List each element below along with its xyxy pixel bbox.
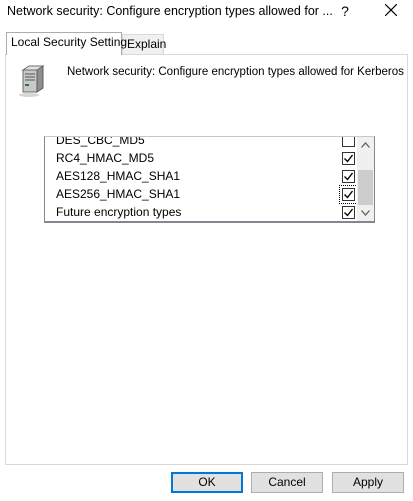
- tab-panel: [5, 54, 408, 465]
- checkmark-icon: [344, 208, 354, 217]
- list-item[interactable]: DES_CBC_MD5: [56, 136, 356, 149]
- help-button[interactable]: ?: [335, 0, 355, 22]
- checkmark-icon: [344, 172, 354, 181]
- cancel-button[interactable]: Cancel: [251, 472, 323, 493]
- apply-button[interactable]: Apply: [332, 472, 404, 493]
- tab-local-security-setting[interactable]: Local Security Setting: [6, 32, 127, 55]
- title-bar: Network security: Configure encryption t…: [0, 0, 413, 26]
- list-item-label: AES256_HMAC_SHA1: [56, 187, 181, 201]
- list-item-label: DES_CBC_MD5: [56, 136, 145, 147]
- checkmark-icon: [344, 154, 354, 163]
- tab-explain[interactable]: Explain: [122, 34, 166, 54]
- scroll-down-button[interactable]: [357, 205, 374, 221]
- policy-name: Network security: Configure encryption t…: [67, 66, 404, 78]
- rc4-hmac-md5-checkbox[interactable]: [342, 152, 355, 165]
- scroll-up-button[interactable]: [357, 137, 374, 154]
- window-title: Network security: Configure encryption t…: [7, 4, 333, 18]
- list-item-label: RC4_HMAC_MD5: [56, 151, 155, 165]
- list-item[interactable]: Future encryption types: [56, 203, 356, 221]
- checkmark-icon: [344, 190, 354, 199]
- list-item-label: Future encryption types: [56, 205, 182, 219]
- chevron-up-icon: [361, 142, 370, 148]
- list-item[interactable]: AES128_HMAC_SHA1: [56, 167, 356, 185]
- future-encryption-types-checkbox[interactable]: [342, 206, 355, 219]
- encryption-types-list[interactable]: DES_CBC_MD5 RC4_HMAC_MD5 AES128_HMAC_SHA…: [44, 136, 375, 223]
- des-cbc-md5-checkbox[interactable]: [342, 137, 355, 147]
- scrollbar-thumb[interactable]: [358, 170, 373, 205]
- list-item[interactable]: AES256_HMAC_SHA1: [56, 185, 358, 204]
- chevron-down-icon: [361, 210, 370, 216]
- server-tower-icon: [19, 65, 45, 97]
- aes128-hmac-sha1-checkbox[interactable]: [342, 170, 355, 183]
- vertical-scrollbar[interactable]: [357, 137, 374, 221]
- aes256-hmac-sha1-checkbox[interactable]: [339, 185, 358, 204]
- list-item-label: AES128_HMAC_SHA1: [56, 169, 181, 183]
- close-button[interactable]: [373, 0, 409, 22]
- close-icon: [385, 4, 397, 16]
- ok-button[interactable]: OK: [171, 472, 243, 493]
- list-item[interactable]: RC4_HMAC_MD5: [56, 149, 356, 167]
